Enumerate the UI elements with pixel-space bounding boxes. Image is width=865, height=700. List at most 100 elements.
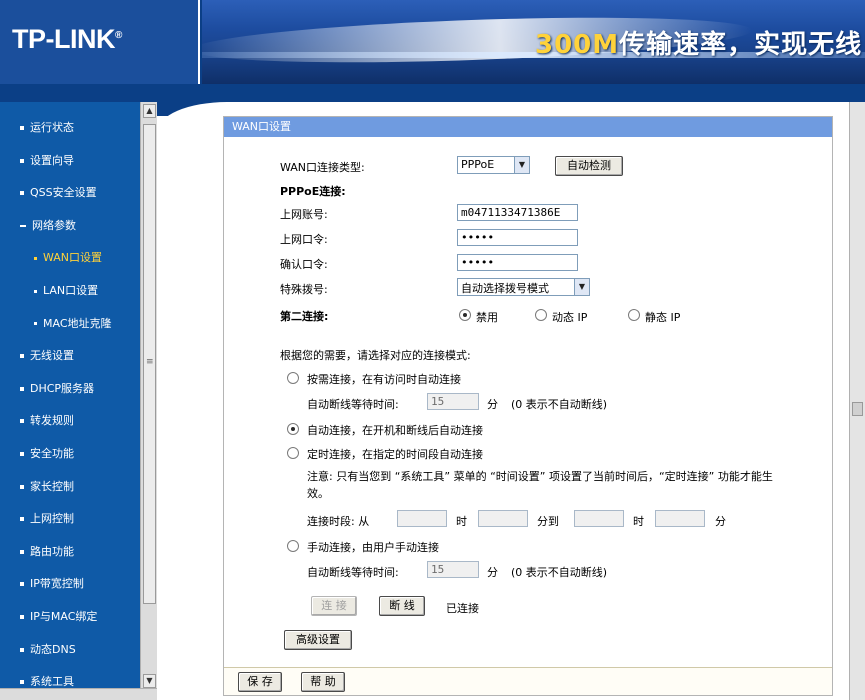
sidebar-item[interactable]: 家长控制 (0, 476, 140, 498)
bullet-icon (20, 615, 24, 619)
password-label: 上网口令: (280, 233, 328, 246)
slogan-text: 传输速率，实现无线自由连接梦想 (619, 30, 865, 60)
radio-second-static[interactable] (628, 309, 640, 321)
scroll-up-icon[interactable]: ▲ (143, 104, 156, 118)
chevron-down-icon: ▼ (514, 157, 529, 173)
sidebar-item-label: IP与MAC绑定 (30, 610, 98, 623)
radio-manual-connect[interactable] (287, 540, 299, 552)
panel-footer: 保 存 帮 助 (224, 667, 832, 695)
header-strip (0, 84, 865, 102)
sidebar-item[interactable]: WAN口设置 (0, 247, 140, 269)
idle-time-unit: 分 (487, 398, 498, 411)
wan-type-value: PPPoE (461, 158, 495, 171)
second-option-static: 静态 IP (645, 311, 681, 324)
bullet-icon (20, 582, 24, 587)
sidebar-item[interactable]: 网络参数 (0, 215, 140, 237)
sidebar-item[interactable]: LAN口设置 (0, 280, 140, 302)
bullet-icon (34, 289, 37, 293)
start-hour-unit: 时 (456, 515, 467, 528)
radio-second-disabled[interactable] (459, 309, 471, 321)
password-input[interactable]: ••••• (457, 229, 578, 246)
sidebar-item-label: IP带宽控制 (30, 577, 84, 591)
sidebar-item-label: 上网控制 (30, 512, 74, 526)
logo-area: TP-LINK® (0, 0, 200, 84)
end-min-input[interactable] (655, 510, 705, 527)
sidebar-scroll-thumb[interactable] (143, 124, 156, 604)
second-conn-label: 第二连接: (280, 310, 329, 323)
idle-time-hint-2: (0 表示不自动断线) (511, 566, 608, 579)
help-button[interactable]: 帮 助 (301, 672, 345, 692)
sidebar-item[interactable]: DHCP服务器 (0, 378, 140, 400)
bullet-icon (34, 256, 37, 260)
start-min-input[interactable] (478, 510, 528, 527)
confirm-password-input[interactable]: ••••• (457, 254, 578, 271)
sidebar-item[interactable]: 动态DNS (0, 639, 140, 661)
idle-time-unit-2: 分 (487, 566, 498, 579)
sidebar-item[interactable]: IP带宽控制 (0, 573, 140, 595)
wan-settings-panel: WAN口设置 WAN口连接类型: PPPoE ▼ 自动检测 PPPoE连接: 上… (223, 116, 833, 696)
sidebar-item[interactable]: IP与MAC绑定 (0, 606, 140, 628)
sidebar: 运行状态设置向导 QSS安全设置网络参数 WAN口设置 LAN口设置 MAC地址克隆无线… (0, 102, 140, 700)
mode-timed-label: 定时连接，在指定的时间段自动连接 (307, 448, 483, 461)
sidebar-item[interactable]: 上网控制 (0, 508, 140, 530)
sidebar-item[interactable]: 安全功能 (0, 443, 140, 465)
sidebar-item[interactable]: 运行状态 (0, 117, 140, 139)
chevron-down-icon: ▼ (574, 279, 589, 295)
banner-slogan: 300M传输速率，实现无线自由连接梦想 (535, 24, 865, 61)
bullet-icon (20, 419, 24, 424)
mode-manual-label: 手动连接，由用户手动连接 (307, 541, 439, 554)
radio-second-dynamic[interactable] (535, 309, 547, 321)
mode-prompt: 根据您的需要，请选择对应的连接模式: (280, 349, 471, 362)
second-option-disabled: 禁用 (476, 311, 498, 324)
sidebar-item[interactable]: 转发规则 (0, 410, 140, 432)
end-min-unit: 分 (715, 515, 726, 528)
special-dial-select[interactable]: 自动选择拨号模式 ▼ (457, 278, 590, 296)
panel-title: WAN口设置 (224, 117, 832, 137)
sidebar-item[interactable]: MAC地址克隆 (0, 313, 140, 335)
slogan-highlight: 300M (535, 30, 620, 60)
special-dial-label: 特殊拨号: (280, 283, 328, 296)
idle-time-input[interactable]: 15 (427, 393, 479, 410)
sidebar-item-label: 无线设置 (30, 349, 74, 363)
radio-timed-connect[interactable] (287, 447, 299, 459)
connect-button[interactable]: 连 接 (311, 596, 357, 616)
bullet-icon (20, 680, 24, 685)
radio-on-demand[interactable] (287, 372, 299, 384)
main-scroll-thumb[interactable] (852, 402, 863, 416)
bullet-icon (20, 158, 24, 163)
sidebar-scrollbar[interactable]: ▲ ▼ (140, 102, 157, 700)
idle-time-input-2[interactable]: 15 (427, 561, 479, 578)
sidebar-item[interactable]: 设置向导 (0, 150, 140, 172)
header-banner: TP-LINK® 300M传输速率，实现无线自由连接梦想 (0, 0, 865, 84)
sidebar-item-label: 路由功能 (30, 544, 74, 558)
expanded-bullet-icon (20, 224, 26, 227)
auto-detect-button[interactable]: 自动检测 (555, 156, 623, 176)
sidebar-item-label: QSS安全设置 (30, 186, 97, 200)
bullet-icon (20, 517, 24, 522)
disconnect-button[interactable]: 断 线 (379, 596, 425, 616)
account-input[interactable]: m0471133471386E (457, 204, 578, 221)
save-button[interactable]: 保 存 (238, 672, 282, 692)
wan-type-select[interactable]: PPPoE ▼ (457, 156, 530, 174)
sidebar-item[interactable]: QSS安全设置 (0, 182, 140, 204)
bullet-icon (20, 549, 24, 554)
start-hour-input[interactable] (397, 510, 447, 527)
scroll-down-icon[interactable]: ▼ (143, 674, 156, 688)
main-scrollbar[interactable] (849, 102, 865, 700)
end-hour-unit: 时 (633, 515, 644, 528)
sidebar-item-label: DHCP服务器 (30, 381, 95, 395)
timed-note: 注意: 只有当您到 “系统工具” 菜单的 “时间设置” 项设置了当前时间后，“定… (307, 470, 773, 500)
end-hour-input[interactable] (574, 510, 624, 527)
radio-auto-connect[interactable] (287, 423, 299, 435)
idle-time-label: 自动断线等待时间: (307, 398, 399, 411)
sidebar-hscrollbar[interactable] (0, 688, 157, 700)
bullet-icon (20, 354, 24, 359)
advanced-settings-button[interactable]: 高级设置 (284, 630, 352, 650)
logo-text: TP-LINK (12, 24, 115, 54)
bullet-icon (20, 191, 24, 196)
logo-mark: ® (114, 30, 122, 41)
bullet-icon (20, 126, 24, 130)
sidebar-item[interactable]: 无线设置 (0, 345, 140, 367)
sidebar-item[interactable]: 路由功能 (0, 541, 140, 563)
account-label: 上网账号: (280, 208, 328, 221)
